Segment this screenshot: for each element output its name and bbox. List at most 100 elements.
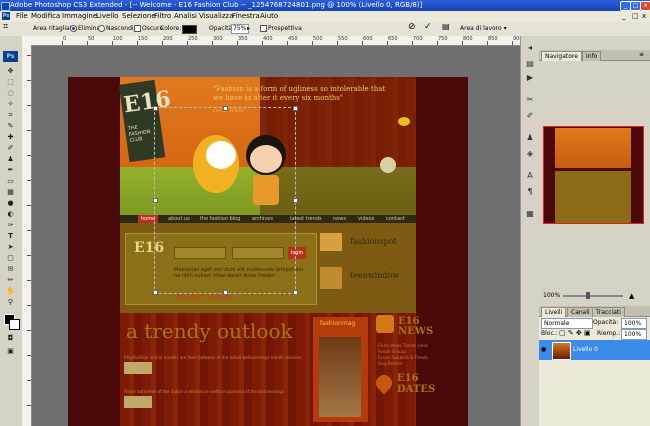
menu-file[interactable]: File bbox=[16, 11, 28, 22]
username-field[interactable] bbox=[174, 247, 226, 259]
menu-visualizza[interactable]: Visualizza bbox=[199, 11, 233, 22]
lasso-tool-icon[interactable]: ◌ bbox=[4, 88, 17, 98]
character-panel-icon[interactable]: A bbox=[524, 170, 536, 181]
article-item[interactable]: Rhiyfashillar and of models are from bet… bbox=[124, 355, 304, 377]
login-button[interactable]: login bbox=[288, 247, 306, 259]
shape-tool-icon[interactable]: ▢ bbox=[4, 253, 17, 263]
marquee-tool-icon[interactable]: ⬚ bbox=[4, 77, 17, 87]
register-link[interactable]: register today! bbox=[174, 292, 233, 301]
menu-finestra[interactable]: Finestra bbox=[232, 11, 260, 22]
tools-preset-icon[interactable]: ✂ bbox=[524, 94, 536, 105]
brushes-panel-icon[interactable]: ✐ bbox=[524, 110, 536, 121]
clone-source-icon[interactable]: ♟ bbox=[524, 132, 536, 143]
ruler-label: 100 bbox=[113, 36, 123, 42]
nascondi-radio[interactable]: Nascondi bbox=[98, 25, 134, 33]
prospettiva-checkbox[interactable]: Prospettiva bbox=[260, 25, 302, 33]
lock-icons[interactable]: ▢ ✎ ✥ ▣ bbox=[559, 329, 591, 338]
color-panel-icon[interactable]: ◈ bbox=[524, 148, 536, 159]
nav-videos[interactable]: videos bbox=[358, 215, 374, 223]
ruler-tick bbox=[27, 280, 31, 281]
crop-tool-active-icon[interactable]: ⌗ bbox=[4, 110, 17, 120]
bee-decoration bbox=[398, 117, 410, 126]
nav-blog[interactable]: the fashion blog bbox=[200, 215, 240, 223]
magazine-box[interactable]: fashionmag bbox=[313, 317, 368, 422]
collapse-panels-icon[interactable]: ◂ bbox=[524, 42, 536, 53]
layer-row[interactable]: ● Livello 0 bbox=[539, 340, 650, 360]
fill-field[interactable]: 100% bbox=[621, 329, 647, 340]
eyedropper-icon[interactable]: ✏ bbox=[4, 275, 17, 285]
nav-home[interactable]: home bbox=[138, 215, 159, 223]
navigator-view-box[interactable] bbox=[543, 126, 644, 224]
tab-layers[interactable]: Livelli bbox=[541, 307, 567, 317]
path-select-icon[interactable]: ➤ bbox=[4, 242, 17, 252]
navigator-zoom-value[interactable]: 100% bbox=[543, 291, 560, 301]
crop-tool-icon[interactable]: ⌗ bbox=[3, 23, 8, 32]
notes-tool-icon[interactable]: ✉ bbox=[4, 264, 17, 274]
commit-crop-icon[interactable]: ✓ bbox=[424, 23, 432, 32]
nav-about[interactable]: about us bbox=[168, 215, 190, 223]
eraser-tool-icon[interactable]: ▭ bbox=[4, 176, 17, 186]
blend-mode-select[interactable]: Normale bbox=[541, 318, 593, 329]
tab-info[interactable]: Info bbox=[582, 51, 602, 61]
elimina-radio[interactable]: Elimina bbox=[70, 25, 100, 33]
move-tool-icon[interactable]: ✥ bbox=[4, 66, 17, 76]
opacity-field[interactable]: 100% bbox=[621, 318, 647, 329]
quick-mask-icon[interactable]: ◘ bbox=[4, 333, 17, 343]
password-field[interactable] bbox=[232, 247, 284, 259]
doc-close-button[interactable]: x bbox=[642, 11, 646, 22]
gradient-tool-icon[interactable]: ▦ bbox=[4, 187, 17, 197]
color-swatch[interactable] bbox=[182, 25, 197, 34]
actions-panel-icon[interactable]: ▶ bbox=[524, 72, 536, 83]
magic-wand-icon[interactable]: ✧ bbox=[4, 99, 17, 109]
brush-tool-icon[interactable]: ✐ bbox=[4, 143, 17, 153]
history-panel-icon[interactable]: ▤ bbox=[524, 58, 536, 69]
nav-news[interactable]: news bbox=[333, 215, 346, 223]
close-button[interactable]: x bbox=[640, 1, 650, 11]
opacity-arrow-icon[interactable]: ▸ bbox=[247, 25, 250, 33]
canvas-area[interactable]: E16 THE FASHION CLUB "Fashion is a form … bbox=[32, 46, 520, 426]
tab-paths[interactable]: Tracciati bbox=[592, 307, 625, 317]
menu-aiuto[interactable]: Aiuto bbox=[260, 11, 278, 22]
screen-mode-icon[interactable]: ▣ bbox=[4, 346, 17, 356]
oscura-checkbox[interactable]: Oscura bbox=[134, 25, 163, 33]
layer-comps-icon[interactable]: ▦ bbox=[524, 208, 536, 219]
workspace-dropdown[interactable]: Area di lavoro ▾ bbox=[460, 25, 507, 33]
menu-analisi[interactable]: Analisi bbox=[174, 11, 197, 22]
paragraph-panel-icon[interactable]: ¶ bbox=[524, 186, 536, 197]
visibility-eye-icon[interactable]: ● bbox=[541, 346, 549, 353]
menu-modifica[interactable]: Modifica bbox=[31, 11, 60, 22]
panel-menu-icon[interactable]: ≡ bbox=[639, 50, 644, 60]
menu-livello[interactable]: Livello bbox=[96, 11, 118, 22]
nav-archives[interactable]: archives bbox=[252, 215, 273, 223]
tab-channels[interactable]: Canali bbox=[567, 307, 594, 317]
nav-trends[interactable]: latest trends bbox=[290, 215, 322, 223]
article-item[interactable]: Fierce bottomed of the italian a resista… bbox=[124, 389, 304, 411]
menu-immagine[interactable]: Immagine bbox=[62, 11, 97, 22]
navigator-thumbnail[interactable] bbox=[543, 126, 644, 224]
background-color-swatch[interactable] bbox=[9, 319, 20, 330]
menu-selezione[interactable]: Selezione bbox=[122, 11, 156, 22]
menu-filtro[interactable]: Filtro bbox=[154, 11, 171, 22]
zoom-slider-handle[interactable] bbox=[586, 292, 590, 299]
zoom-slider-track[interactable] bbox=[563, 295, 623, 297]
history-brush-icon[interactable]: ✒ bbox=[4, 165, 17, 175]
slice-tool-icon[interactable]: ✎ bbox=[4, 121, 17, 131]
zoom-tool-icon[interactable]: ⚲ bbox=[4, 297, 17, 307]
pen-tool-icon[interactable]: ✑ bbox=[4, 220, 17, 230]
workspace-icon[interactable]: ▤ bbox=[442, 23, 450, 31]
tab-navigator[interactable]: Navigatore bbox=[541, 51, 582, 61]
teenwindow-heading[interactable]: teenwindow bbox=[350, 271, 399, 280]
clone-stamp-icon[interactable]: ♟ bbox=[4, 154, 17, 164]
document-canvas[interactable]: E16 THE FASHION CLUB "Fashion is a form … bbox=[68, 77, 468, 426]
doc-minimize-button[interactable]: _ bbox=[622, 11, 626, 22]
dodge-tool-icon[interactable]: ◐ bbox=[4, 209, 17, 219]
fashionspot-heading[interactable]: fashionspot bbox=[350, 237, 397, 246]
healing-brush-icon[interactable]: ✚ bbox=[4, 132, 17, 142]
nav-contact[interactable]: contact bbox=[386, 215, 405, 223]
doc-restore-button[interactable]: □ bbox=[632, 11, 639, 22]
zoom-in-icon[interactable]: ▲ bbox=[629, 291, 634, 301]
hand-tool-icon[interactable]: ✋ bbox=[4, 286, 17, 296]
blur-tool-icon[interactable]: ● bbox=[4, 198, 17, 208]
cancel-crop-icon[interactable]: ⊘ bbox=[408, 23, 416, 32]
type-tool-icon[interactable]: T bbox=[4, 231, 17, 241]
